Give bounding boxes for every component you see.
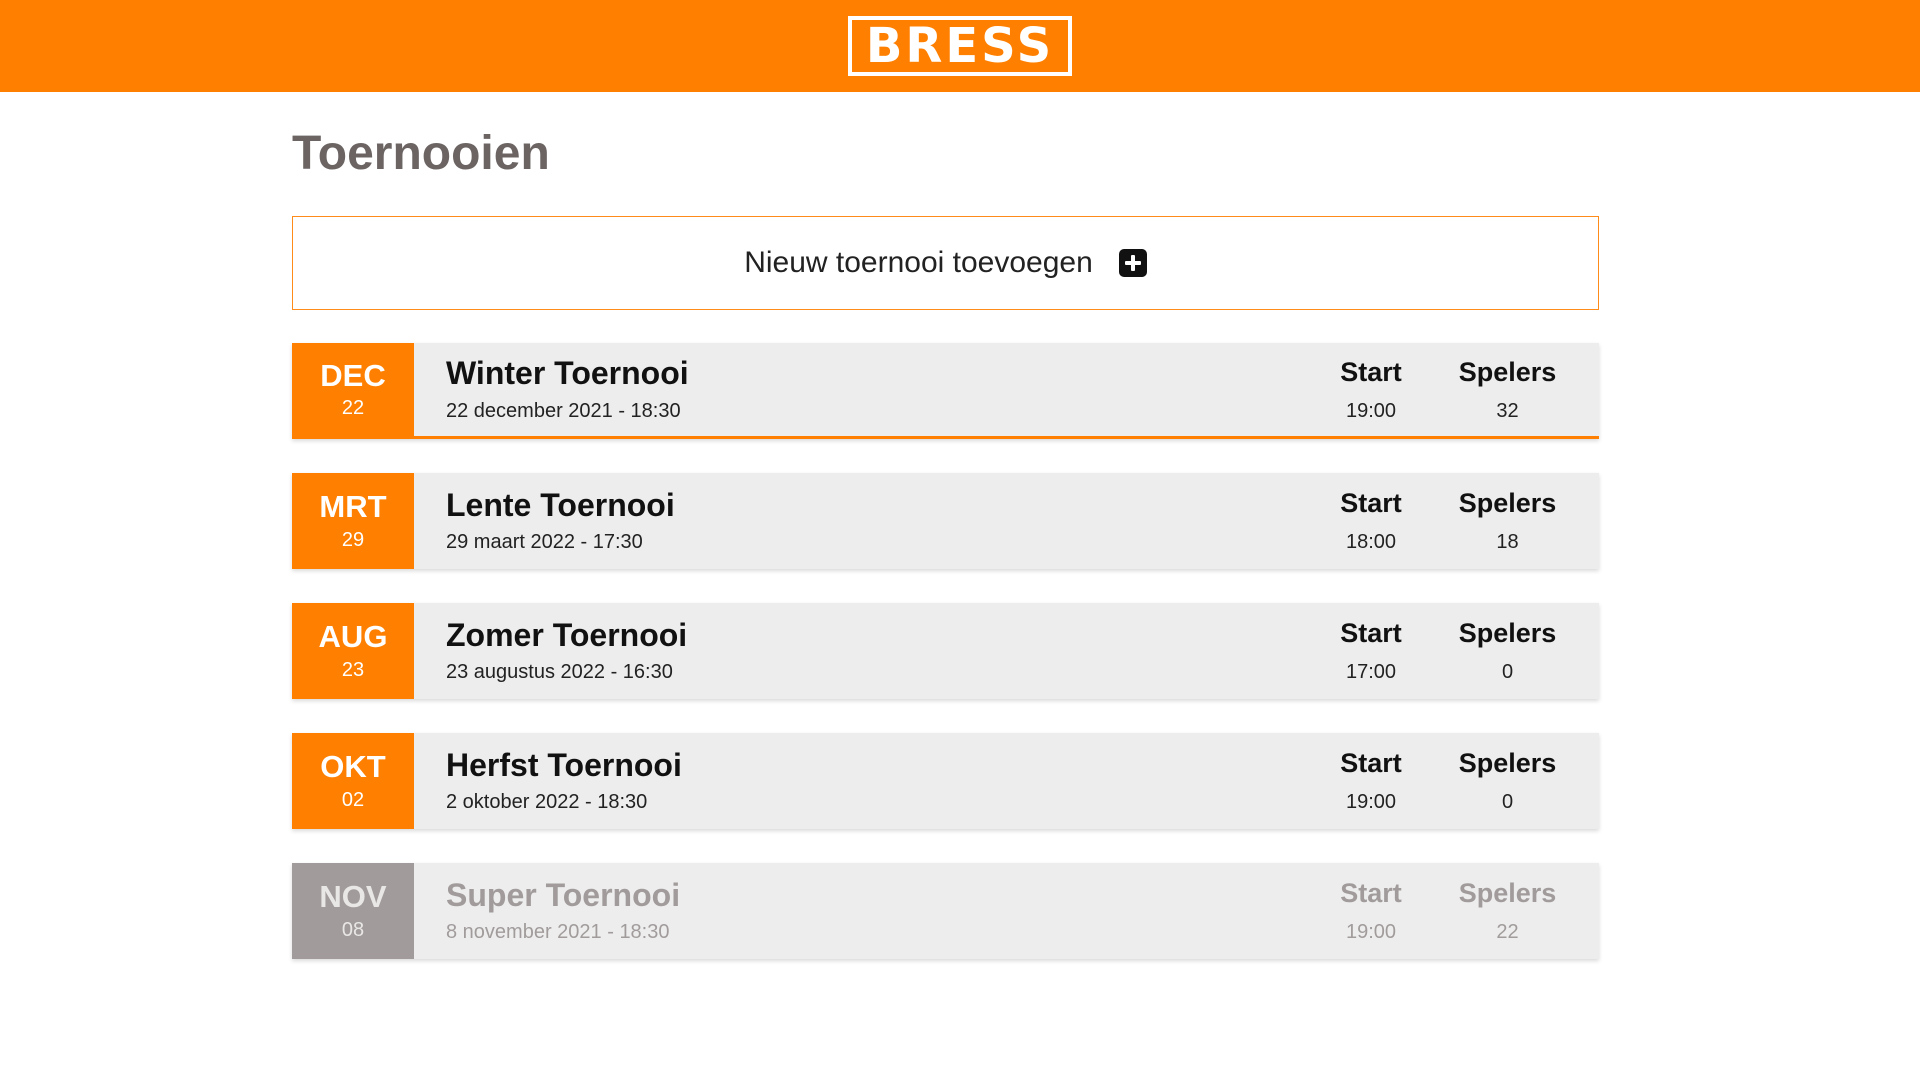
date-badge: DEC 22 xyxy=(292,343,414,436)
start-column: Start 18:00 xyxy=(1306,473,1436,569)
add-tournament-button[interactable]: Nieuw toernooi toevoegen xyxy=(292,216,1599,310)
players-column: Spelers 22 xyxy=(1436,863,1579,959)
tournament-row[interactable]: NOV 08 Super Toernooi 8 november 2021 - … xyxy=(292,863,1599,959)
start-time: 19:00 xyxy=(1345,921,1397,943)
tournament-datetime: 2 oktober 2022 - 18:30 xyxy=(446,791,648,814)
start-heading: Start xyxy=(1340,878,1402,908)
top-bar: BRESS xyxy=(0,0,1920,92)
date-badge: AUG 23 xyxy=(292,603,414,699)
start-time: 18:00 xyxy=(1345,531,1397,553)
players-count: 0 xyxy=(1501,661,1514,683)
tournament-datetime: 22 december 2021 - 18:30 xyxy=(446,399,681,422)
date-day: 02 xyxy=(341,788,365,811)
tournament-info: Herfst Toernooi 2 oktober 2022 - 18:30 xyxy=(414,733,1306,829)
start-heading: Start xyxy=(1340,356,1402,387)
start-heading: Start xyxy=(1340,618,1402,648)
date-month: OKT xyxy=(320,749,386,785)
players-column: Spelers 0 xyxy=(1436,603,1579,699)
players-column: Spelers 32 xyxy=(1436,343,1579,436)
tournament-datetime: 8 november 2021 - 18:30 xyxy=(446,921,670,944)
players-count: 22 xyxy=(1496,921,1519,943)
add-tournament-label: Nieuw toernooi toevoegen xyxy=(744,246,1093,279)
start-column: Start 19:00 xyxy=(1306,733,1436,829)
tournament-datetime: 29 maart 2022 - 17:30 xyxy=(446,531,643,554)
tournament-name: Zomer Toernooi xyxy=(446,616,688,653)
tournament-row[interactable]: OKT 02 Herfst Toernooi 2 oktober 2022 - … xyxy=(292,733,1599,829)
tournament-name: Lente Toernooi xyxy=(446,486,675,523)
tournament-info: Lente Toernooi 29 maart 2022 - 17:30 xyxy=(414,473,1306,569)
players-count: 32 xyxy=(1496,399,1519,422)
date-day: 22 xyxy=(341,397,365,420)
start-column: Start 19:00 xyxy=(1306,343,1436,436)
tournament-list: DEC 22 Winter Toernooi 22 december 2021 … xyxy=(292,343,1599,959)
date-day: 23 xyxy=(341,658,365,681)
tournament-name: Herfst Toernooi xyxy=(446,746,682,783)
tournament-row[interactable]: AUG 23 Zomer Toernooi 23 augustus 2022 -… xyxy=(292,603,1599,699)
players-column: Spelers 0 xyxy=(1436,733,1579,829)
players-count: 0 xyxy=(1501,791,1514,813)
tournament-info: Super Toernooi 8 november 2021 - 18:30 xyxy=(414,863,1306,959)
tournament-row[interactable]: MRT 29 Lente Toernooi 29 maart 2022 - 17… xyxy=(292,473,1599,569)
players-heading: Spelers xyxy=(1458,488,1557,518)
start-column: Start 17:00 xyxy=(1306,603,1436,699)
start-heading: Start xyxy=(1340,488,1402,518)
tournament-row[interactable]: DEC 22 Winter Toernooi 22 december 2021 … xyxy=(292,343,1599,439)
tournament-info: Winter Toernooi 22 december 2021 - 18:30 xyxy=(414,343,1306,436)
tournament-name: Super Toernooi xyxy=(446,876,681,913)
main-content: Toernooien Nieuw toernooi toevoegen DEC … xyxy=(292,92,1599,993)
players-column: Spelers 18 xyxy=(1436,473,1579,569)
date-month: AUG xyxy=(318,619,388,655)
date-month: MRT xyxy=(319,489,387,525)
plus-square-icon xyxy=(1118,249,1147,277)
date-month: NOV xyxy=(319,879,387,915)
players-heading: Spelers xyxy=(1458,356,1557,387)
start-heading: Start xyxy=(1340,748,1402,778)
date-badge: NOV 08 xyxy=(292,863,414,959)
players-count: 18 xyxy=(1496,531,1519,553)
players-heading: Spelers xyxy=(1458,878,1557,908)
tournament-name: Winter Toernooi xyxy=(446,355,689,392)
players-heading: Spelers xyxy=(1458,618,1557,648)
start-column: Start 19:00 xyxy=(1306,863,1436,959)
start-time: 19:00 xyxy=(1345,399,1397,422)
tournament-datetime: 23 augustus 2022 - 16:30 xyxy=(446,661,673,684)
date-month: DEC xyxy=(320,357,386,393)
date-badge: MRT 29 xyxy=(292,473,414,569)
start-time: 19:00 xyxy=(1345,791,1397,813)
page-title: Toernooien xyxy=(292,127,550,180)
date-day: 08 xyxy=(341,918,365,941)
date-day: 29 xyxy=(341,528,365,551)
bress-logo[interactable]: BRESS xyxy=(847,16,1073,76)
start-time: 17:00 xyxy=(1345,661,1397,683)
tournament-info: Zomer Toernooi 23 augustus 2022 - 16:30 xyxy=(414,603,1306,699)
date-badge: OKT 02 xyxy=(292,733,414,829)
players-heading: Spelers xyxy=(1458,748,1557,778)
